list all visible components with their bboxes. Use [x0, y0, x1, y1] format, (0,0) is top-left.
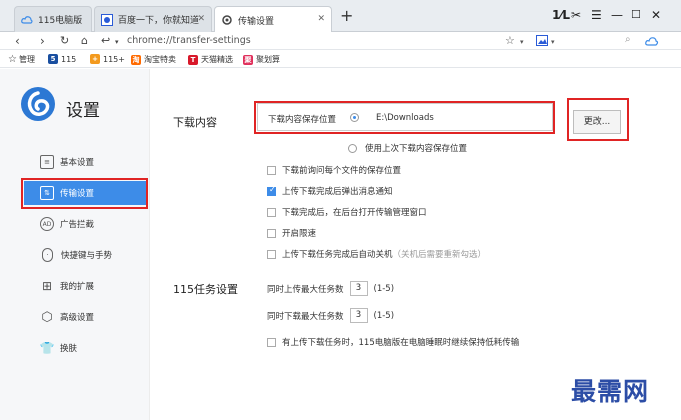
bookmark-115-plus[interactable]: + 115+	[90, 54, 125, 64]
chevron-down-icon[interactable]: ▾	[551, 38, 555, 46]
use-last-location-radio[interactable]	[348, 143, 357, 153]
sidebar-item-extensions[interactable]: ⊞ 我的扩展	[24, 274, 148, 298]
bookmark-manage[interactable]: ☆ 管理	[8, 54, 35, 65]
tab-label: 百度一下，你就知道	[118, 16, 200, 26]
sidebar-item-transfer[interactable]: ⇅ 传输设置	[24, 181, 148, 205]
open-transfer-manager-checkbox[interactable]	[267, 207, 276, 217]
ai-assistant-icon[interactable]: 1⁄L	[552, 8, 570, 22]
watermark: 最需网	[571, 377, 650, 406]
back-icon[interactable]: ‹	[15, 34, 20, 48]
sidebar-item-shortcuts[interactable]: · 快捷键与手势	[24, 243, 148, 267]
cloud-icon	[21, 15, 33, 24]
ad-block-icon: AD	[40, 217, 54, 231]
picture-icon[interactable]	[536, 35, 548, 46]
sidebar-item-advanced[interactable]: ⬡ 高级设置	[24, 305, 148, 329]
tasks-section-title: 115任务设置	[173, 283, 238, 296]
hexagon-gear-icon: ⬡	[41, 309, 53, 325]
taobao-icon: 淘	[131, 54, 141, 65]
reload-icon[interactable]: ↻	[60, 34, 69, 47]
115plus-icon: +	[90, 54, 100, 64]
auto-shutdown-hint: （关机后需要重新勾选）	[392, 250, 487, 260]
auto-shutdown-checkbox[interactable]	[267, 249, 276, 259]
juhuasuan-icon: 聚	[243, 54, 253, 65]
extensions-icon: ⊞	[41, 279, 53, 293]
menu-icon[interactable]: ☰	[591, 8, 602, 22]
sidebar-item-adblock[interactable]: AD 广告拦截	[24, 212, 148, 236]
tab-label: 115电脑版	[38, 16, 83, 26]
save-location-value: E:\Downloads	[376, 113, 434, 123]
settings-title: 设置	[66, 101, 100, 121]
home-icon[interactable]: ⌂	[81, 34, 88, 47]
undo-icon[interactable]: ↩	[101, 34, 110, 47]
star-icon: ☆	[8, 54, 17, 65]
new-tab-button[interactable]: +	[340, 6, 353, 25]
bookmark-taobao[interactable]: 淘 淘宝特卖	[131, 54, 176, 65]
bookmark-115[interactable]: 5 115	[48, 54, 76, 64]
close-icon[interactable]: ✕	[197, 14, 205, 24]
save-location-radio[interactable]	[350, 113, 359, 122]
shirt-icon: 👕	[39, 341, 55, 355]
baidu-icon	[101, 13, 113, 26]
bookmarks-bar: ☆ 管理 5 115 + 115+ 淘 淘宝特卖 T 天猫精选 聚 聚划算	[0, 51, 681, 68]
save-location-field[interactable]: 下载内容保存位置 E:\Downloads	[257, 103, 553, 131]
change-location-button[interactable]: 更改...	[573, 110, 621, 134]
close-icon[interactable]: ✕	[317, 14, 325, 24]
tab-baidu[interactable]: 百度一下，你就知道 ✕	[94, 6, 212, 32]
sidebar-item-basic[interactable]: ≡ 基本设置	[24, 150, 148, 174]
tab-transfer-settings[interactable]: 传输设置 ✕	[214, 6, 332, 33]
notify-on-complete-option[interactable]: 上传下载完成后弹出消息通知	[267, 185, 393, 197]
notify-on-complete-checkbox[interactable]	[267, 185, 276, 196]
url-field[interactable]: chrome://transfer-settings	[127, 35, 497, 46]
bookmark-juhuasuan[interactable]: 聚 聚划算	[243, 54, 280, 65]
forward-icon[interactable]: ›	[40, 34, 45, 48]
save-location-label: 下载内容保存位置	[268, 115, 337, 125]
ask-save-location-checkbox[interactable]	[267, 165, 276, 175]
open-transfer-manager-option[interactable]: 下载完成后，在后台打开传输管理窗口	[267, 206, 427, 218]
tab-label: 传输设置	[238, 16, 275, 27]
max-upload-tasks-input[interactable]: 3	[349, 281, 368, 296]
cloud-icon[interactable]	[645, 36, 659, 46]
settings-sidebar: 设置 ≡ 基本设置 ⇅ 传输设置 AD 广告拦截 · 快捷键与手势 ⊞ 我的扩展…	[0, 69, 150, 420]
gear-icon	[222, 15, 232, 25]
tmall-icon: T	[188, 54, 198, 65]
tab-bar: 115电脑版 百度一下，你就知道 ✕ 传输设置 ✕ + 1⁄L ✂ ☰ — ☐ …	[0, 0, 681, 33]
maximize-icon[interactable]: ☐	[631, 8, 641, 21]
sliders-icon: ≡	[40, 155, 54, 169]
max-download-tasks-input[interactable]: 3	[349, 308, 368, 323]
chevron-down-icon[interactable]: ▾	[115, 38, 119, 46]
keep-alive-option[interactable]: 有上传下载任务时，115电脑版在电脑睡眠时继续保持低耗传输	[267, 336, 519, 348]
115-icon: 5	[48, 54, 58, 64]
auto-shutdown-option[interactable]: 上传下载任务完成后自动关机 （关机后需要重新勾选）	[267, 248, 486, 260]
mouse-icon: ·	[42, 248, 53, 262]
minimize-icon[interactable]: —	[611, 8, 623, 22]
ask-save-location-option[interactable]: 下载前询问每个文件的保存位置	[267, 164, 401, 176]
download-section-title: 下载内容	[173, 116, 217, 129]
sidebar-item-skin[interactable]: 👕 换肤	[24, 336, 148, 360]
bookmark-tmall[interactable]: T 天猫精选	[188, 54, 233, 65]
transfer-icon: ⇅	[40, 186, 54, 200]
max-upload-tasks-row: 同时上传最大任务数 3 (1-5)	[267, 281, 395, 296]
browser-logo-icon	[21, 87, 55, 121]
search-icon[interactable]: ⌕	[625, 34, 631, 45]
speed-limit-checkbox[interactable]	[267, 228, 276, 238]
tab-115[interactable]: 115电脑版	[14, 6, 92, 32]
address-bar: ‹ › ↻ ⌂ ↩ ▾ chrome://transfer-settings ☆…	[0, 32, 681, 50]
use-last-location-option[interactable]: 使用上次下载内容保存位置	[348, 142, 467, 154]
scissors-icon[interactable]: ✂	[571, 8, 581, 22]
max-download-tasks-row: 同时下载最大任务数 3 (1-5)	[267, 308, 395, 323]
speed-limit-option[interactable]: 开启限速	[267, 227, 316, 239]
chevron-down-icon[interactable]: ▾	[520, 38, 524, 46]
keep-alive-checkbox[interactable]	[267, 337, 276, 347]
star-icon[interactable]: ☆	[505, 34, 515, 47]
close-window-icon[interactable]: ✕	[651, 8, 661, 22]
